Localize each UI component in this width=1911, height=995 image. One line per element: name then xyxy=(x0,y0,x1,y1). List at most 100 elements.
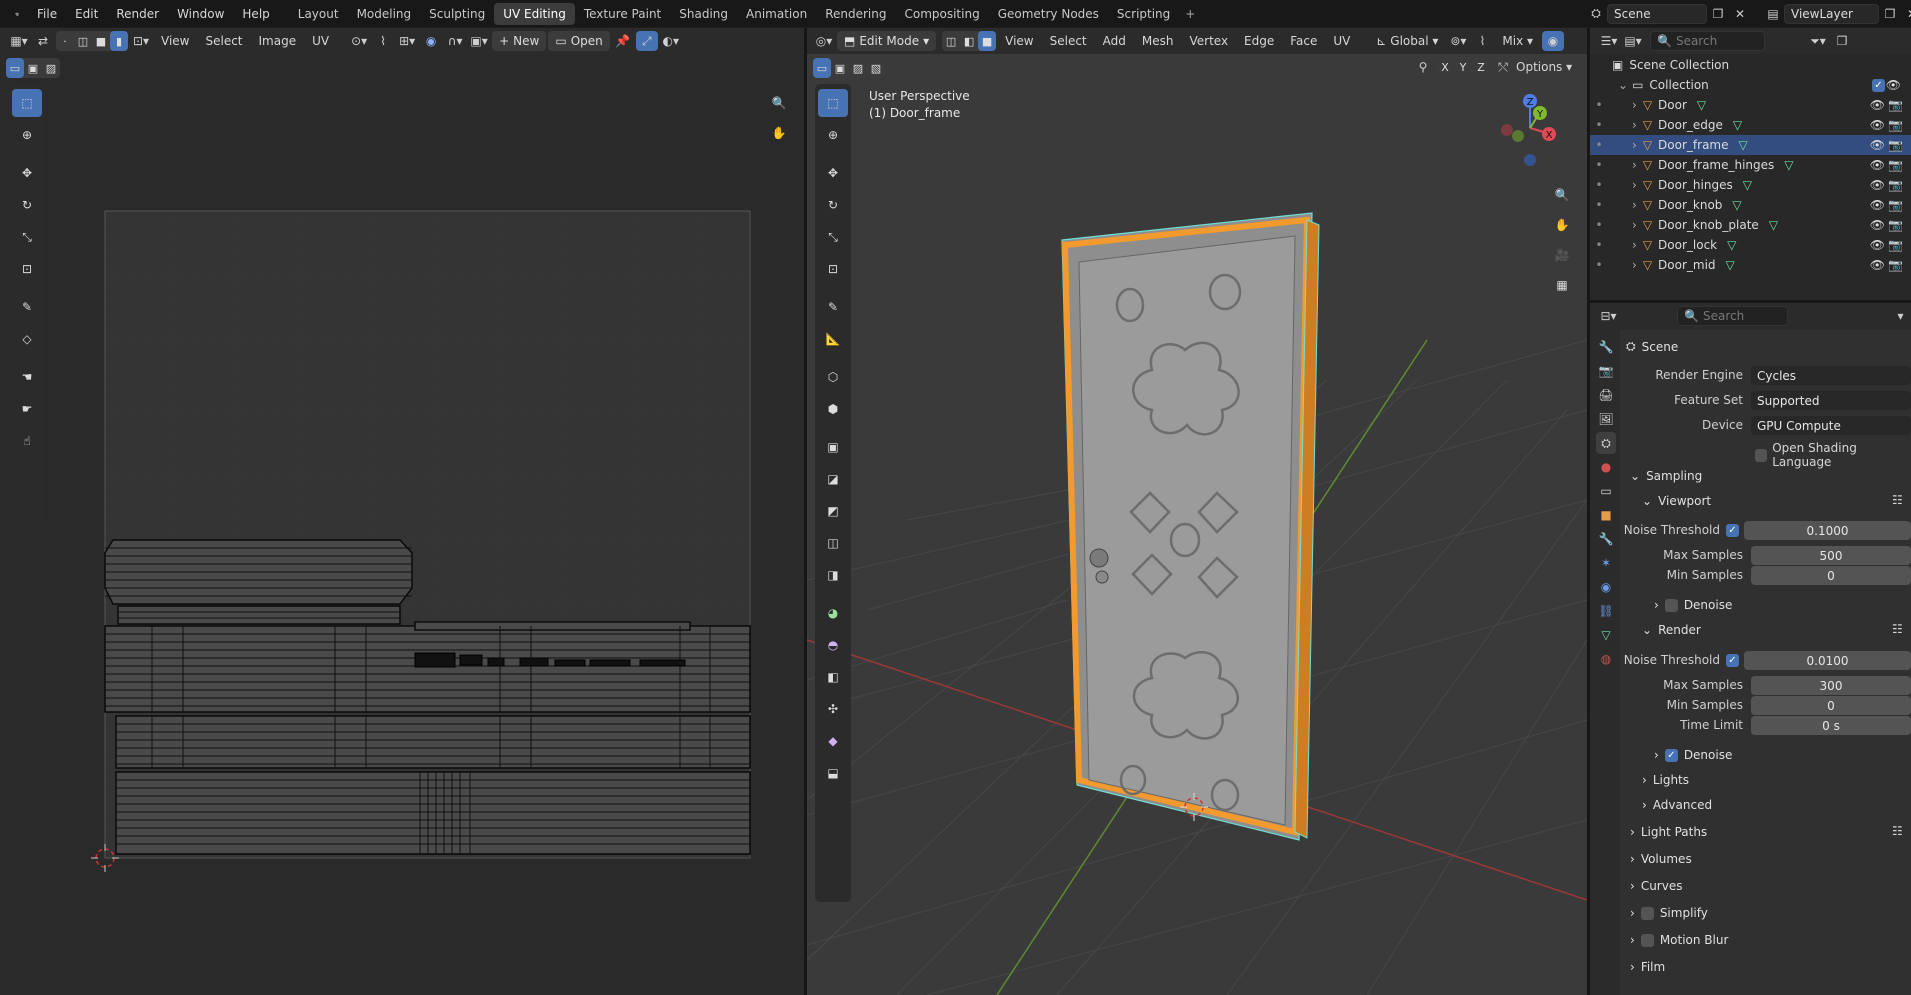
r-time-limit-field[interactable]: 0 s xyxy=(1751,716,1911,735)
scene-icon[interactable]: ⛭ xyxy=(1585,4,1607,24)
vp-select-new-icon[interactable]: ▭ xyxy=(813,58,831,78)
edit-mode-dot-icon[interactable]: • xyxy=(1590,138,1608,152)
snap-mode-dropdown[interactable]: Mix ▾ xyxy=(1495,31,1540,51)
outliner-object-row[interactable]: • › ▽ Door_hinges ▽ 👁 📷 xyxy=(1590,175,1911,195)
delete-scene-icon[interactable]: ✕ xyxy=(1729,4,1751,24)
pivot-point-icon[interactable]: ⊚▾ xyxy=(1447,31,1469,51)
menu-help[interactable]: Help xyxy=(233,7,278,21)
object-tab-icon[interactable]: ■ xyxy=(1596,504,1616,526)
face-mode-icon[interactable]: ■ xyxy=(978,31,997,51)
extrude-tool-icon[interactable]: ⬢ xyxy=(818,395,848,423)
navigation-gizmo[interactable]: Z X Y xyxy=(1487,88,1567,170)
r-max-samples-field[interactable]: 300 xyxy=(1751,676,1911,695)
vp-zoom-icon[interactable]: 🔍 xyxy=(1549,182,1575,208)
render-presets-icon[interactable]: ☷ xyxy=(1892,622,1903,636)
outliner-object-row[interactable]: • › ▽ Door_knob_plate ▽ 👁 📷 xyxy=(1590,215,1911,235)
edit-mode-dot-icon[interactable]: • xyxy=(1590,158,1608,172)
viewlayer-icon[interactable]: ▤ xyxy=(1762,4,1784,24)
vp-min-samples-field[interactable]: 0 xyxy=(1751,566,1911,585)
collection-exclude-checkbox[interactable]: ✓ xyxy=(1872,78,1885,92)
r-denoise-checkbox[interactable]: ✓ xyxy=(1664,748,1678,762)
viewport-subpanel-header[interactable]: ⌄ Viewport xyxy=(1642,494,1711,508)
outliner-object-row[interactable]: • › ▽ Door_edge ▽ 👁 📷 xyxy=(1590,115,1911,135)
tab-compositing[interactable]: Compositing xyxy=(895,3,988,25)
tool-tab-icon[interactable]: 🔧 xyxy=(1596,336,1616,358)
vp-move-tool-icon[interactable]: ✥ xyxy=(818,159,848,187)
shrink-fatten-tool-icon[interactable]: ✣ xyxy=(818,695,848,723)
expand-chevron-icon[interactable]: › xyxy=(1632,178,1637,192)
uv-canvas[interactable] xyxy=(0,28,804,995)
pan-hand-icon[interactable]: ✋ xyxy=(766,120,792,146)
collection-row[interactable]: ⌄ ▭ Collection ✓ 👁 xyxy=(1590,75,1911,95)
orientation-dropdown[interactable]: ⊾ Global ▾ xyxy=(1369,31,1445,51)
visibility-eye-icon[interactable]: 👁 xyxy=(1870,178,1885,192)
mesh-data-icon[interactable]: ▽ xyxy=(1732,198,1741,212)
vp-denoise-checkbox[interactable] xyxy=(1664,598,1678,612)
render-camera-icon[interactable]: 📷 xyxy=(1888,238,1903,252)
scene-field[interactable]: Scene xyxy=(1607,3,1707,24)
tab-uv-editing[interactable]: UV Editing xyxy=(494,2,575,25)
expand-chevron-icon[interactable]: › xyxy=(1632,158,1637,172)
gizmo-neg-x-axis[interactable] xyxy=(1501,124,1513,136)
physics-tab-icon[interactable]: ◉ xyxy=(1596,576,1616,598)
simplify-checkbox[interactable] xyxy=(1640,906,1654,920)
r-min-samples-field[interactable]: 0 xyxy=(1751,696,1911,715)
viewport-presets-icon[interactable]: ☷ xyxy=(1892,493,1903,507)
tab-texture-paint[interactable]: Texture Paint xyxy=(575,3,670,25)
vp-menu-add[interactable]: Add xyxy=(1096,31,1133,51)
tab-modeling[interactable]: Modeling xyxy=(348,3,421,25)
edit-mode-dot-icon[interactable]: • xyxy=(1590,178,1608,192)
proportional-edit-icon[interactable]: ◉ xyxy=(1542,31,1565,51)
osl-checkbox[interactable] xyxy=(1755,448,1768,462)
camera-view-icon[interactable]: 🎥 xyxy=(1549,242,1575,268)
mode-dropdown[interactable]: ⬒ Edit Mode ▾ xyxy=(837,31,937,51)
feature-set-dropdown[interactable]: Supported xyxy=(1751,391,1911,410)
world-tab-icon[interactable]: ● xyxy=(1596,456,1616,478)
mesh-data-icon[interactable]: ▽ xyxy=(1739,138,1748,152)
motion-blur-panel[interactable]: › Motion Blur xyxy=(1630,933,1728,947)
mesh-data-icon[interactable]: ▽ xyxy=(1727,238,1736,252)
ortho-toggle-icon[interactable]: ▦ xyxy=(1549,272,1575,298)
new-collection-icon[interactable]: ❐ xyxy=(1831,31,1853,51)
volumes-panel[interactable]: › Volumes xyxy=(1630,852,1692,866)
vp-select-box-tool-icon[interactable]: ⬚ xyxy=(818,89,848,117)
zoom-icon[interactable]: 🔍 xyxy=(766,90,792,116)
vp-menu-view[interactable]: View xyxy=(998,31,1040,51)
vp-menu-face[interactable]: Face xyxy=(1283,31,1324,51)
menu-window[interactable]: Window xyxy=(168,7,233,21)
knife-tool-icon[interactable]: ◫ xyxy=(818,529,848,557)
properties-type-icon[interactable]: ⊟▾ xyxy=(1598,306,1619,326)
tab-layout[interactable]: Layout xyxy=(289,3,348,25)
inset-tool-icon[interactable]: ▣ xyxy=(818,433,848,461)
sampling-panel-header[interactable]: ⌄ Sampling xyxy=(1630,469,1702,483)
view-layer-tab-icon[interactable]: 🖼 xyxy=(1596,408,1616,430)
render-camera-icon[interactable]: 📷 xyxy=(1888,178,1903,192)
rip-tool-icon[interactable]: ◇ xyxy=(12,325,42,353)
vp-select-invert-icon[interactable]: ▧ xyxy=(867,58,885,78)
curves-panel[interactable]: › Curves xyxy=(1630,879,1682,893)
collection-tab-icon[interactable]: ▭ xyxy=(1596,480,1616,502)
output-tab-icon[interactable]: 🖨 xyxy=(1596,384,1616,406)
viewport-canvas[interactable] xyxy=(807,80,1587,995)
axis-x-toggle[interactable]: X xyxy=(1436,57,1454,77)
visibility-eye-icon[interactable]: 👁 xyxy=(1870,158,1885,172)
render-camera-icon[interactable]: 📷 xyxy=(1888,198,1903,212)
axis-toggle-group[interactable]: XYZ xyxy=(1436,57,1490,77)
vp-menu-vertex[interactable]: Vertex xyxy=(1182,31,1235,51)
render-camera-icon[interactable]: 📷 xyxy=(1888,98,1903,112)
film-panel[interactable]: › Film xyxy=(1630,960,1665,974)
expand-chevron-icon[interactable]: › xyxy=(1632,138,1637,152)
motion-blur-checkbox[interactable] xyxy=(1640,933,1654,947)
vp-scale-tool-icon[interactable]: ⤡ xyxy=(818,223,848,251)
outliner-object-row[interactable]: • › ▽ Door_knob ▽ 👁 📷 xyxy=(1590,195,1911,215)
collapse-chevron-icon[interactable]: ⌄ xyxy=(1618,78,1628,92)
render-tab-icon[interactable]: 📷 xyxy=(1596,360,1616,382)
outliner-object-row[interactable]: • › ▽ Door_frame ▽ 👁 📷 xyxy=(1590,135,1911,155)
tab-scripting[interactable]: Scripting xyxy=(1108,3,1179,25)
expand-chevron-icon[interactable]: › xyxy=(1632,98,1637,112)
outliner-search-field[interactable]: 🔍 Search xyxy=(1650,31,1765,51)
move-tool-icon[interactable]: ✥ xyxy=(12,159,42,187)
tab-animation[interactable]: Animation xyxy=(737,3,816,25)
mesh-data-icon[interactable]: ▽ xyxy=(1743,178,1752,192)
outliner-object-row[interactable]: • › ▽ Door_lock ▽ 👁 📷 xyxy=(1590,235,1911,255)
